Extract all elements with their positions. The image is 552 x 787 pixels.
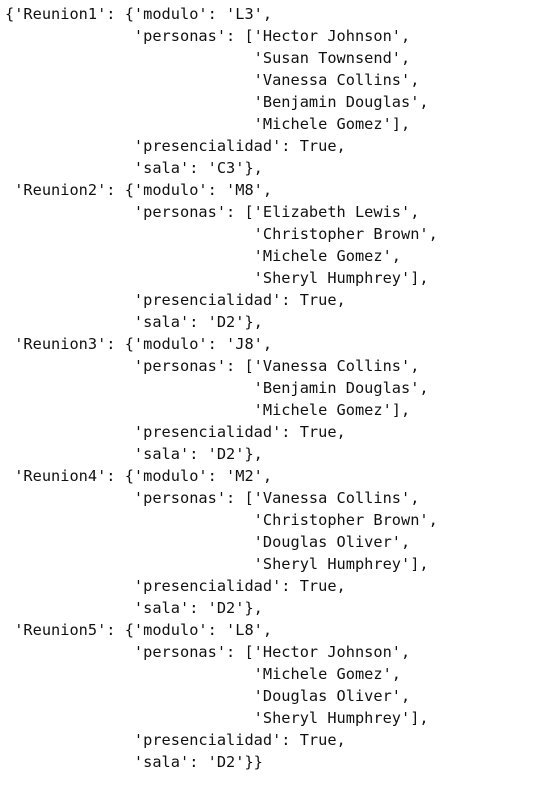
output-line: 'Michele Gomez'], [5,115,411,133]
python-output-block: {'Reunion1': {'modulo': 'L3', 'personas'… [0,0,552,787]
output-line: 'personas': ['Hector Johnson', [5,27,411,45]
output-line: 'Susan Townsend', [5,49,411,67]
output-line: 'sala': 'D2'}, [5,313,263,331]
output-line: 'personas': ['Vanessa Collins', [5,357,420,375]
output-line: 'presencialidad': True, [5,291,346,309]
output-line: 'Sheryl Humphrey'], [5,555,429,573]
output-line: 'personas': ['Vanessa Collins', [5,489,420,507]
output-line: 'sala': 'C3'}, [5,159,263,177]
output-line: 'Sheryl Humphrey'], [5,709,429,727]
output-line: 'Michele Gomez', [5,247,402,265]
output-line: 'presencialidad': True, [5,577,346,595]
output-line: 'personas': ['Hector Johnson', [5,643,411,661]
output-line: 'Sheryl Humphrey'], [5,269,429,287]
output-line: 'personas': ['Elizabeth Lewis', [5,203,420,221]
output-line: 'Reunion4': {'modulo': 'M2', [5,467,273,485]
output-line: 'presencialidad': True, [5,137,346,155]
output-line: 'sala': 'D2'}, [5,599,263,617]
output-line: 'Douglas Oliver', [5,533,411,551]
output-line: {'Reunion1': {'modulo': 'L3', [5,5,273,23]
output-line: 'Reunion3': {'modulo': 'J8', [5,335,273,353]
output-line: 'sala': 'D2'}, [5,445,263,463]
output-line: 'Vanessa Collins', [5,71,420,89]
output-line: 'Reunion5': {'modulo': 'L8', [5,621,273,639]
output-line: 'Michele Gomez', [5,665,402,683]
output-line: 'presencialidad': True, [5,731,346,749]
output-line: 'Douglas Oliver', [5,687,411,705]
output-line: 'Christopher Brown', [5,511,438,529]
output-line: 'Benjamin Douglas', [5,93,429,111]
output-line: 'Christopher Brown', [5,225,438,243]
output-line: 'Reunion2': {'modulo': 'M8', [5,181,273,199]
output-line: 'presencialidad': True, [5,423,346,441]
output-line: 'Michele Gomez'], [5,401,411,419]
output-line: 'sala': 'D2'}} [5,753,263,771]
output-line: 'Benjamin Douglas', [5,379,429,397]
